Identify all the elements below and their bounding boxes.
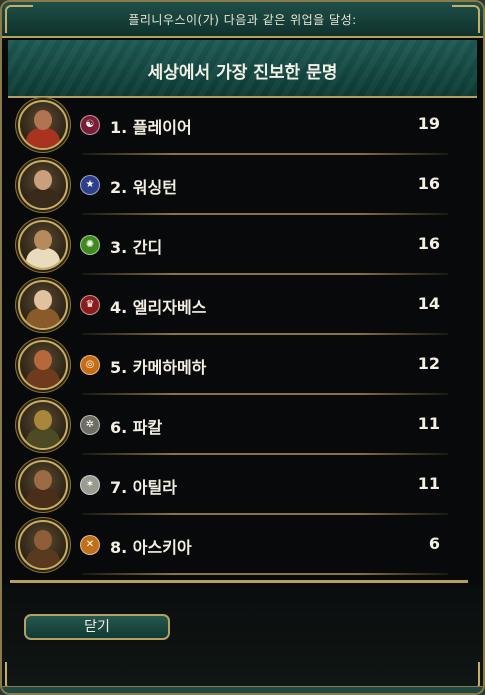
leader-portrait — [18, 400, 68, 450]
leader-portrait — [18, 340, 68, 390]
india-emblem-icon: ✺ — [80, 235, 100, 255]
popup-footer — [2, 585, 483, 693]
achievement-popup: 플리니우스이(가) 다음과 같은 위업을 달성: 세상에서 가장 진보한 문명 … — [0, 0, 485, 695]
leader-name: 2. 워싱턴 — [110, 178, 177, 197]
frame-bottom-edge — [2, 686, 483, 693]
korea-emblem-icon: ☯ — [80, 115, 100, 135]
leader-score: 14 — [417, 294, 440, 313]
leader-name: 6. 파칼 — [110, 418, 163, 437]
america-emblem-icon: ★ — [80, 175, 100, 195]
leader-score: 11 — [417, 474, 440, 493]
leader-portrait — [18, 280, 68, 330]
frame-corner-ornament — [452, 5, 480, 33]
leader-score: 12 — [417, 354, 440, 373]
divider — [10, 580, 468, 583]
title-band: 세상에서 가장 진보한 문명 — [8, 40, 477, 98]
leader-score: 11 — [417, 414, 440, 433]
leader-name: 7. 아틸라 — [110, 478, 177, 497]
leader-row[interactable]: ♛ 4. 엘리자베스 14 — [10, 275, 470, 335]
popup-title: 세상에서 가장 진보한 문명 — [147, 63, 338, 83]
leader-row[interactable]: ✲ 6. 파칼 11 — [10, 395, 470, 455]
leader-row[interactable]: ☯ 1. 플레이어 19 — [10, 95, 470, 155]
england-emblem-icon: ♛ — [80, 295, 100, 315]
achievement-text: 플리니우스이(가) 다음과 같은 위업을 달성: — [128, 13, 357, 27]
maya-emblem-icon: ✲ — [80, 415, 100, 435]
leader-score: 19 — [417, 114, 440, 133]
leader-portrait — [18, 460, 68, 510]
leader-name: 1. 플레이어 — [110, 118, 192, 137]
leader-name: 8. 아스키아 — [110, 538, 192, 557]
leader-row[interactable]: ✕ 8. 아스키아 6 — [10, 515, 470, 575]
leader-row[interactable]: ✶ 7. 아틸라 11 — [10, 455, 470, 515]
leader-portrait — [18, 520, 68, 570]
songhai-emblem-icon: ✕ — [80, 535, 100, 555]
leader-name: 4. 엘리자베스 — [110, 298, 207, 317]
row-divider — [82, 573, 448, 575]
leader-score: 16 — [417, 234, 440, 253]
leader-row[interactable]: ◎ 5. 카메하메하 12 — [10, 335, 470, 395]
leader-name: 5. 카메하메하 — [110, 358, 207, 377]
leader-name: 3. 간디 — [110, 238, 163, 257]
leader-ranking-list: ☯ 1. 플레이어 19 ★ 2. 워싱턴 16 ✺ 3. 간디 16 ♛ 4. 엘리자베스 14 ◎ 5… — [10, 95, 470, 585]
popup-header: 플리니우스이(가) 다음과 같은 위업을 달성: — [2, 2, 483, 38]
frame-corner-ornament — [5, 5, 33, 33]
close-button[interactable]: 닫기 — [24, 614, 170, 640]
leader-portrait — [18, 160, 68, 210]
huns-emblem-icon: ✶ — [80, 475, 100, 495]
leader-score: 16 — [417, 174, 440, 193]
leader-row[interactable]: ✺ 3. 간디 16 — [10, 215, 470, 275]
leader-portrait — [18, 100, 68, 150]
leader-score: 6 — [428, 534, 440, 553]
polynesia-emblem-icon: ◎ — [80, 355, 100, 375]
leader-portrait — [18, 220, 68, 270]
leader-row[interactable]: ★ 2. 워싱턴 16 — [10, 155, 470, 215]
